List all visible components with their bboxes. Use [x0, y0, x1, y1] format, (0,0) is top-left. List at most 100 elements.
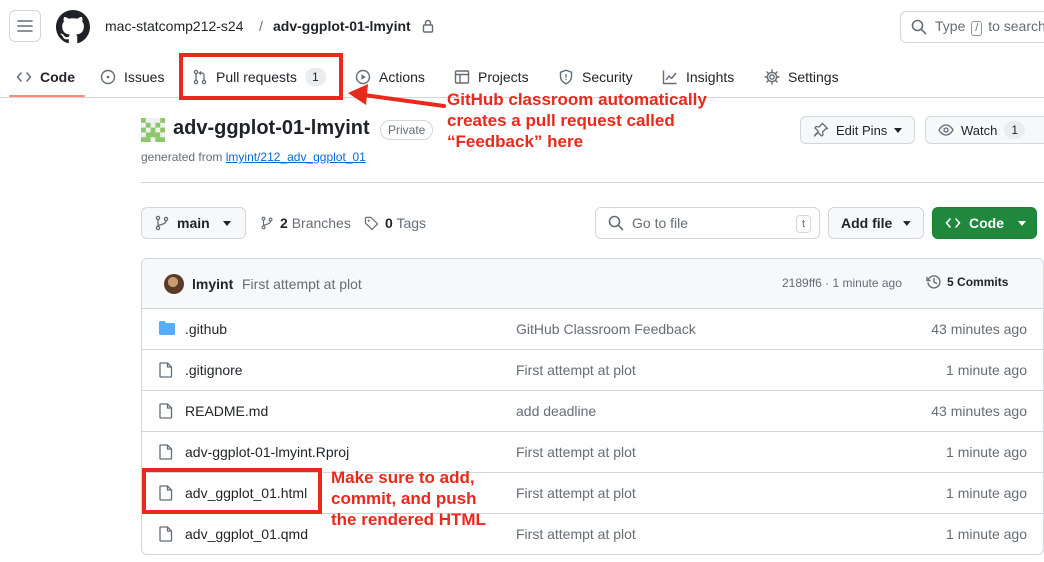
- search-input[interactable]: Type / to search: [900, 11, 1044, 43]
- annotation-line: Make sure to add,: [331, 468, 475, 487]
- annotation-line: the rendered HTML: [331, 510, 486, 529]
- file-name[interactable]: .github: [185, 321, 227, 337]
- commit-message[interactable]: First attempt at plot: [242, 276, 362, 292]
- breadcrumb-repo[interactable]: adv-ggplot-01-lmyint: [273, 18, 411, 34]
- code-button[interactable]: Code: [932, 207, 1037, 239]
- pull-requests-highlight-box: [179, 53, 343, 100]
- issue-icon: [100, 69, 116, 85]
- breadcrumb-separator: /: [259, 18, 263, 34]
- tab-label: Security: [582, 69, 633, 85]
- go-to-file-input[interactable]: Go to file t: [595, 207, 820, 239]
- file-name[interactable]: .gitignore: [185, 362, 243, 378]
- watch-count: 1: [1004, 121, 1026, 139]
- go-to-file-placeholder: Go to file: [632, 215, 689, 231]
- file-commit-message[interactable]: First attempt at plot: [516, 526, 636, 542]
- table-icon: [454, 70, 470, 84]
- active-tab-underline: [9, 95, 85, 97]
- repo-title[interactable]: adv-ggplot-01-lmyint: [173, 117, 370, 140]
- code-button-label: Code: [969, 215, 1004, 231]
- annotation-line: GitHub classroom automatically: [447, 90, 707, 109]
- file-icon: [159, 362, 173, 378]
- file-time: 1 minute ago: [946, 362, 1027, 378]
- tab-label: Settings: [788, 69, 839, 85]
- github-logo-icon[interactable]: [56, 10, 90, 44]
- tags-count: 0: [385, 215, 393, 231]
- file-commit-message[interactable]: First attempt at plot: [516, 362, 636, 378]
- html-file-highlight-box: [142, 468, 322, 514]
- menu-button[interactable]: [9, 10, 41, 42]
- table-row[interactable]: .gitignore First attempt at plot 1 minut…: [142, 350, 1043, 391]
- table-row[interactable]: adv-ggplot-01-lmyint.Rproj First attempt…: [142, 432, 1043, 473]
- commits-history-link[interactable]: 5 Commits: [926, 274, 1008, 290]
- caret-down-icon: [894, 127, 903, 133]
- branch-icon: [261, 216, 273, 230]
- branches-link[interactable]: 2 Branches: [260, 215, 351, 231]
- tab-label: Insights: [686, 69, 735, 85]
- commit-sha-time[interactable]: 2189ff6 · 1 minute ago: [782, 276, 902, 290]
- eye-icon: [938, 124, 954, 136]
- watch-button[interactable]: Watch 1: [925, 116, 1044, 144]
- go-to-file-shortcut: t: [795, 215, 811, 233]
- caret-down-icon: [1018, 220, 1026, 226]
- tab-issues[interactable]: Issues: [100, 56, 164, 98]
- edit-pins-button[interactable]: Edit Pins: [800, 116, 916, 144]
- file-icon: [159, 444, 173, 460]
- table-row[interactable]: adv_ggplot_01.qmd First attempt at plot …: [142, 514, 1043, 554]
- html-file-annotation: Make sure to add, commit, and push the r…: [331, 467, 486, 530]
- file-commit-message[interactable]: GitHub Classroom Feedback: [516, 321, 696, 337]
- file-commit-message[interactable]: First attempt at plot: [516, 444, 636, 460]
- search-prefix: Type: [935, 18, 966, 34]
- file-name[interactable]: adv_ggplot_01.qmd: [185, 526, 308, 542]
- branches-count: 2: [280, 215, 288, 231]
- commit-author[interactable]: lmyint: [192, 276, 233, 292]
- search-icon: [608, 215, 624, 231]
- commits-label: Commits: [957, 275, 1009, 289]
- file-commit-message[interactable]: add deadline: [516, 403, 596, 419]
- file-commit-message[interactable]: First attempt at plot: [516, 485, 636, 501]
- breadcrumb-owner[interactable]: mac-statcomp212-s24: [105, 18, 244, 34]
- branch-select[interactable]: main: [141, 207, 246, 239]
- table-row[interactable]: README.md add deadline 43 minutes ago: [142, 391, 1043, 432]
- template-link[interactable]: lmyint/212_adv_ggplot_01: [226, 150, 366, 164]
- tab-code[interactable]: Code: [16, 56, 75, 98]
- file-time: 1 minute ago: [946, 526, 1027, 542]
- repo-identicon-icon: [141, 118, 165, 142]
- file-name[interactable]: README.md: [185, 403, 268, 419]
- annotation-arrow: [348, 84, 446, 108]
- watch-label: Watch: [961, 122, 998, 138]
- history-icon: [926, 275, 941, 289]
- commits-count: 5: [947, 275, 954, 289]
- annotation-line: “Feedback” here: [447, 132, 584, 151]
- code-icon: [945, 218, 961, 228]
- branch-icon: [155, 215, 169, 231]
- code-icon: [16, 72, 32, 82]
- graph-icon: [662, 70, 677, 85]
- file-icon: [159, 403, 173, 419]
- avatar[interactable]: [164, 274, 184, 294]
- tab-label: Projects: [478, 69, 529, 85]
- generated-prefix: generated from: [141, 150, 223, 164]
- add-file-button[interactable]: Add file: [828, 207, 924, 239]
- annotation-line: commit, and push: [331, 489, 477, 508]
- search-key: /: [971, 21, 983, 36]
- add-file-label: Add file: [841, 215, 893, 231]
- file-icon: [159, 526, 173, 542]
- lock-icon: [422, 19, 434, 33]
- tags-link[interactable]: 0 Tags: [364, 215, 426, 231]
- file-name[interactable]: adv-ggplot-01-lmyint.Rproj: [185, 444, 349, 460]
- generated-from: generated from lmyint/212_adv_ggplot_01: [141, 150, 366, 164]
- annotation-line: creates a pull request called: [447, 111, 675, 130]
- folder-icon: [159, 321, 175, 335]
- branches-label: Branches: [291, 215, 351, 231]
- hamburger-icon: [17, 20, 33, 32]
- file-time: 1 minute ago: [946, 485, 1027, 501]
- tab-label: Issues: [124, 69, 165, 85]
- caret-down-icon: [222, 220, 231, 226]
- tags-label: Tags: [396, 215, 427, 231]
- search-suffix: to search: [988, 18, 1044, 34]
- file-time: 1 minute ago: [946, 444, 1027, 460]
- table-row[interactable]: .github GitHub Classroom Feedback 43 min…: [142, 309, 1043, 350]
- header-divider: [141, 182, 1044, 183]
- gear-icon: [764, 69, 780, 85]
- tab-settings[interactable]: Settings: [764, 56, 839, 98]
